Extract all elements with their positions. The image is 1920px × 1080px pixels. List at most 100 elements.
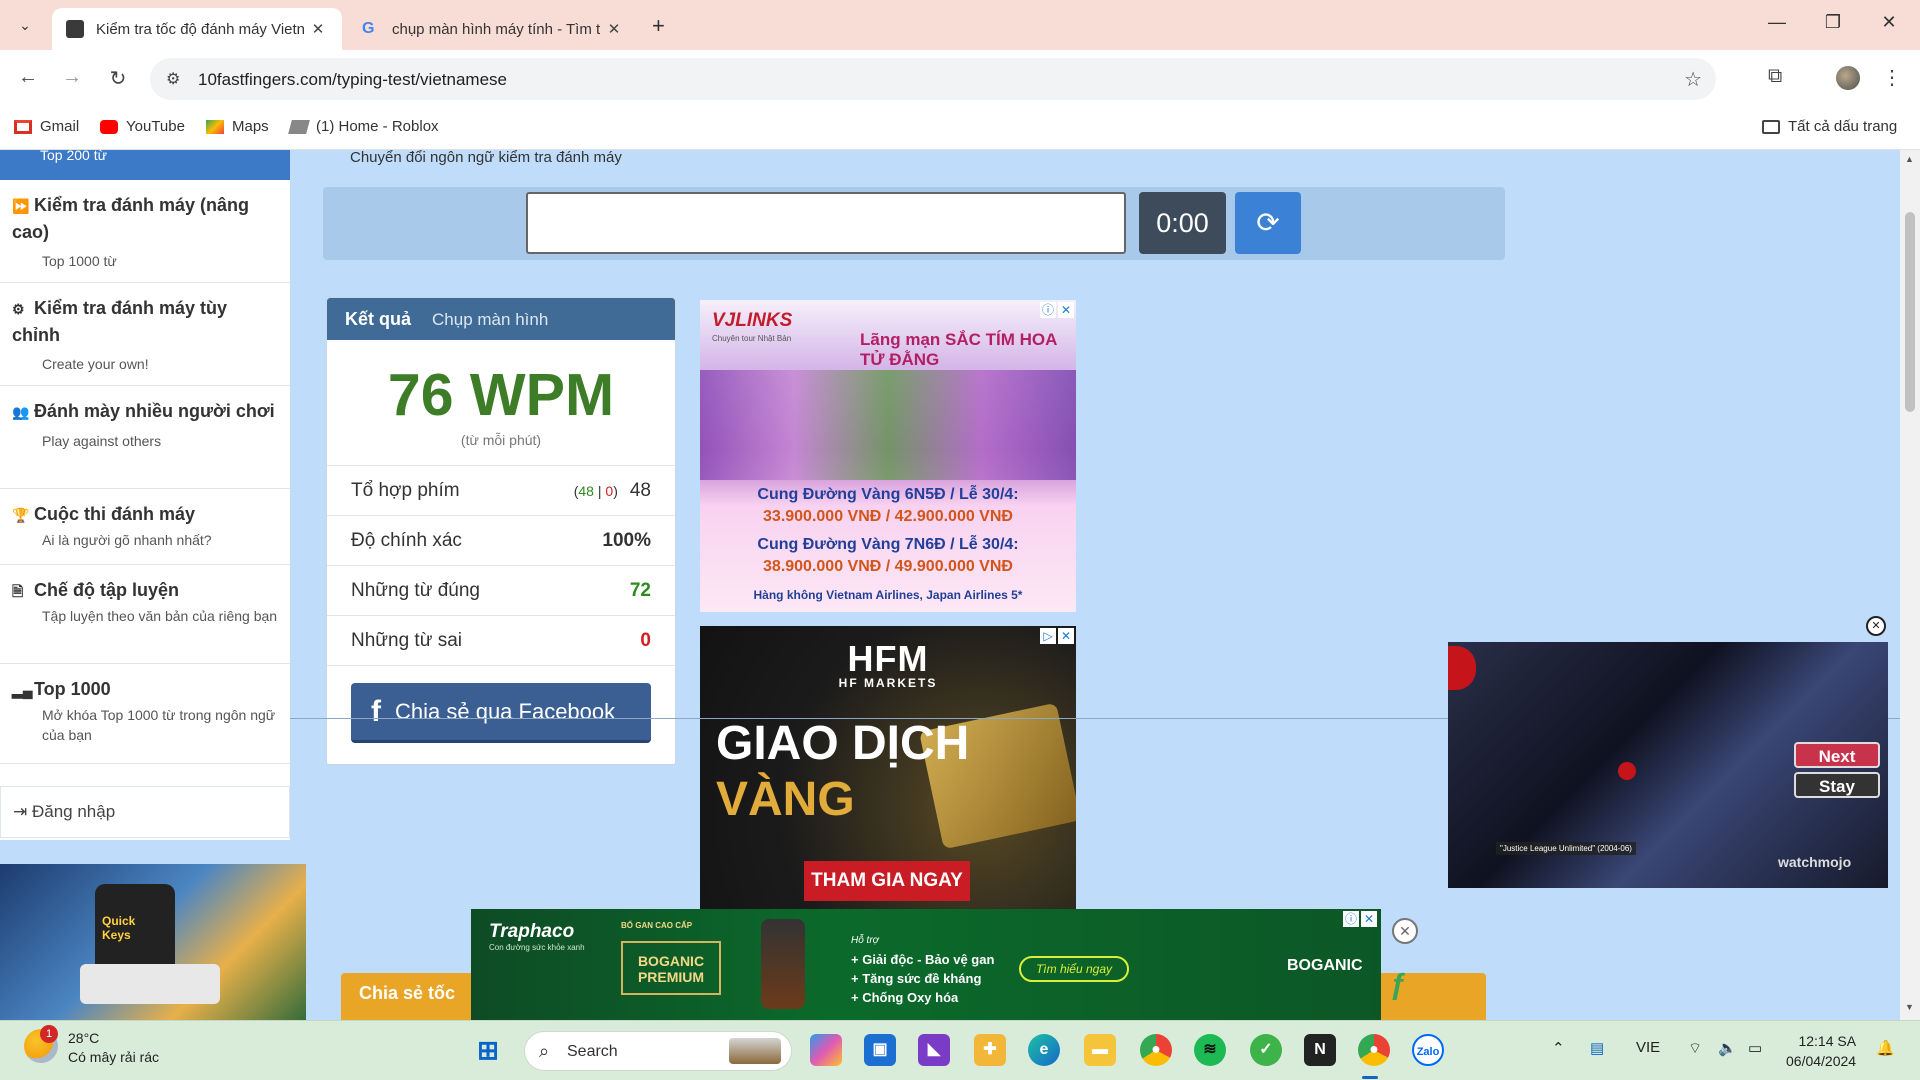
sidebar-item-competition[interactable]: 🏆 Cuộc thi đánh máy Ai là người gõ nhanh …: [0, 489, 290, 565]
zalo-icon[interactable]: Zalo: [1412, 1034, 1444, 1066]
chrome-icon[interactable]: ●: [1140, 1034, 1172, 1066]
notifications-bell-icon[interactable]: 🔔: [1876, 1039, 1895, 1057]
video-player[interactable]: Next Stay "Justice League Unlimited" (20…: [1448, 642, 1888, 888]
sidebar-item-custom-test[interactable]: ⚙ Kiểm tra đánh máy tùy chỉnh Create your…: [0, 283, 290, 386]
bottom-advertisement[interactable]: Traphaco Con đường sức khỏe xanh BỔ GAN …: [471, 909, 1381, 1020]
video-next-button[interactable]: Next: [1794, 742, 1880, 768]
login-label: Đăng nhập: [31, 802, 116, 821]
accuracy-row: Độ chính xác 100%: [327, 516, 675, 566]
ad-dismiss-icon[interactable]: ✕: [1392, 918, 1418, 944]
document-icon: 🗎: [12, 583, 24, 599]
address-bar[interactable]: ⚙ 10fastfingers.com/typing-test/vietname…: [150, 58, 1716, 100]
sidebar-item-label: Top 200 từ: [40, 150, 107, 163]
sidebar-item-subtitle: Play against others: [42, 433, 162, 449]
bookmark-youtube[interactable]: YouTube: [100, 118, 185, 135]
tab-google-search[interactable]: G chụp màn hình máy tính - Tìm t ✕: [348, 8, 638, 50]
edge-icon[interactable]: e: [1028, 1034, 1060, 1066]
copilot-icon[interactable]: [810, 1034, 842, 1066]
input-method-icon[interactable]: ▤: [1590, 1039, 1604, 1057]
benefit-heading: Hỗ trợ: [851, 935, 879, 946]
chrome-active-icon[interactable]: ●: [1358, 1034, 1390, 1066]
folder-icon: [1762, 119, 1780, 134]
bookmark-maps[interactable]: Maps: [206, 118, 269, 135]
tab-search-chevron-icon[interactable]: ⌄: [12, 12, 38, 38]
bookmark-label: YouTube: [126, 118, 185, 135]
reload-icon[interactable]: ↻: [104, 66, 132, 91]
game-advertisement[interactable]: Quick Keys: [0, 864, 306, 1020]
notion-icon[interactable]: N: [1304, 1034, 1336, 1066]
sidebar-item-top1000[interactable]: ▂▄Top 1000 Mở khóa Top 1000 từ trong ngô…: [0, 664, 290, 764]
scroll-up-icon[interactable]: ▲: [1905, 154, 1914, 164]
back-icon[interactable]: ←: [14, 66, 42, 89]
ad-line: Cung Đường Vàng 6N5Đ / Lễ 30/4:: [757, 486, 1019, 503]
sidebar-item-advanced-test[interactable]: ⏩ Kiểm tra đánh máy (nâng cao) Top 1000 t…: [0, 180, 290, 283]
tab-results[interactable]: Kết quả: [345, 309, 411, 329]
sidebar-item-title: Top 1000: [34, 679, 111, 699]
ad-close-icon[interactable]: ✕: [1058, 302, 1074, 318]
sidebar-item-practice[interactable]: 🗎 Chế độ tập luyện Tập luyện theo văn bản…: [0, 565, 290, 664]
bookmark-gmail[interactable]: Gmail: [14, 118, 79, 135]
system-clock[interactable]: 12:14 SA 06/04/2024: [1786, 1031, 1856, 1071]
video-stay-button[interactable]: Stay: [1794, 772, 1880, 798]
windows-start-icon[interactable]: ⊞: [472, 1034, 504, 1066]
app-icon[interactable]: ✚: [974, 1034, 1006, 1066]
site-info-icon[interactable]: ⚙: [166, 69, 180, 89]
new-tab-button[interactable]: +: [652, 13, 665, 39]
volume-icon[interactable]: 🔈: [1718, 1039, 1737, 1057]
keystrokes-correct: 48: [578, 482, 594, 499]
scrollbar-thumb[interactable]: [1905, 212, 1915, 412]
product-bottle-image: [761, 919, 805, 1009]
tab-screenshot[interactable]: Chụp màn hình: [432, 310, 548, 329]
sidebar-item-multiplayer[interactable]: 👥 Đánh mày nhiều người chơi Play against …: [0, 386, 290, 489]
close-tab-icon[interactable]: ✕: [308, 20, 328, 38]
bookmark-roblox[interactable]: (1) Home - Roblox: [288, 118, 439, 135]
menu-dots-icon[interactable]: ⋮: [1882, 65, 1902, 90]
close-window-icon[interactable]: ✕: [1874, 12, 1904, 33]
adchoices-icon[interactable]: ▷: [1040, 628, 1056, 644]
ad-close-icon[interactable]: ✕: [1361, 911, 1377, 927]
sidebar-item-title: Chế độ tập luyện: [34, 580, 180, 600]
close-tab-icon[interactable]: ✕: [604, 20, 624, 38]
correct-words-value: 72: [629, 579, 651, 601]
store-icon[interactable]: ▣: [864, 1034, 896, 1066]
video-close-icon[interactable]: ✕: [1866, 616, 1886, 636]
taskbar-search[interactable]: ⌕ Search: [524, 1031, 792, 1071]
typing-bar: 0:00 ⟳: [323, 187, 1505, 260]
adchoices-icon[interactable]: ⓘ: [1343, 911, 1359, 927]
profile-avatar[interactable]: [1836, 66, 1860, 90]
minimize-icon[interactable]: —: [1762, 12, 1792, 33]
typing-input[interactable]: [526, 192, 1126, 254]
all-bookmarks[interactable]: Tất cả dấu trang: [1762, 118, 1897, 135]
language-indicator[interactable]: VIE: [1636, 1039, 1660, 1056]
weather-widget[interactable]: 1 28°C Có mây rải rác: [24, 1025, 160, 1067]
facebook-share-button[interactable]: f Chia sẻ qua Facebook: [351, 683, 651, 743]
ad-provider-icon[interactable]: ƒ: [1390, 968, 1407, 1002]
restore-icon[interactable]: ❐: [1818, 12, 1848, 33]
file-explorer-icon[interactable]: ▬: [1084, 1034, 1116, 1066]
weather-text: Có mây rải rác: [68, 1049, 160, 1065]
forward-icon[interactable]: →: [58, 66, 86, 89]
ad-cta-button[interactable]: Tìm hiểu ngay: [1019, 956, 1129, 982]
show-hidden-icons-icon[interactable]: ⌃: [1552, 1039, 1565, 1057]
sidebar-item-top200[interactable]: Top 200 từ: [0, 150, 290, 180]
page-scrollbar[interactable]: ▲ ▼: [1900, 150, 1920, 1020]
row-label: Những từ sai: [351, 629, 462, 651]
video-art-shape: [1618, 762, 1636, 780]
url-text[interactable]: 10fastfingers.com/typing-test/vietnamese: [198, 70, 507, 90]
bookmark-star-icon[interactable]: ☆: [1684, 67, 1702, 92]
ad-cta-button[interactable]: THAM GIA NGAY: [804, 861, 970, 901]
scroll-down-icon[interactable]: ▼: [1905, 1002, 1914, 1012]
language-switch-link[interactable]: Chuyển đổi ngôn ngữ kiểm tra đánh máy: [350, 150, 622, 166]
app-icon[interactable]: ✓: [1250, 1034, 1282, 1066]
login-button[interactable]: ⇥ Đăng nhập: [0, 786, 290, 838]
visual-studio-icon[interactable]: ◣: [918, 1034, 950, 1066]
restart-button[interactable]: ⟳: [1235, 192, 1301, 254]
spotify-icon[interactable]: ≋: [1194, 1034, 1226, 1066]
ad-close-icon[interactable]: ✕: [1058, 628, 1074, 644]
battery-icon[interactable]: ▭: [1748, 1039, 1762, 1057]
extensions-icon[interactable]: ⧉: [1768, 65, 1782, 88]
travel-advertisement[interactable]: VJLINKS Chuyên tour Nhật Bản Lãng mạn SẮ…: [700, 300, 1076, 612]
wifi-icon[interactable]: ⌔: [1688, 1039, 1702, 1058]
adchoices-icon[interactable]: ⓘ: [1040, 302, 1056, 318]
tab-typing-test[interactable]: Kiểm tra tốc độ đánh máy Vietn ✕: [52, 8, 342, 50]
